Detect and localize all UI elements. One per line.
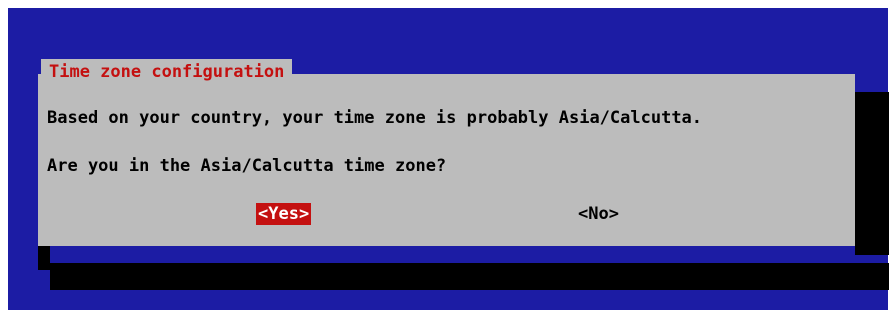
dialog-title: Time zone configuration: [41, 59, 293, 86]
dialog-shadow-right: [855, 92, 889, 255]
timezone-message: Based on your country, your time zone is…: [47, 108, 703, 128]
installer-screen: Time zone configuration Based on your co…: [8, 8, 889, 310]
no-button[interactable]: <No>: [576, 203, 621, 225]
timezone-dialog: Time zone configuration Based on your co…: [38, 59, 855, 246]
dialog-shadow-corner: [38, 246, 50, 270]
yes-button[interactable]: <Yes>: [256, 203, 312, 225]
timezone-question: Are you in the Asia/Calcutta time zone?: [47, 156, 447, 176]
dialog-shadow-bottom: [50, 263, 889, 290]
